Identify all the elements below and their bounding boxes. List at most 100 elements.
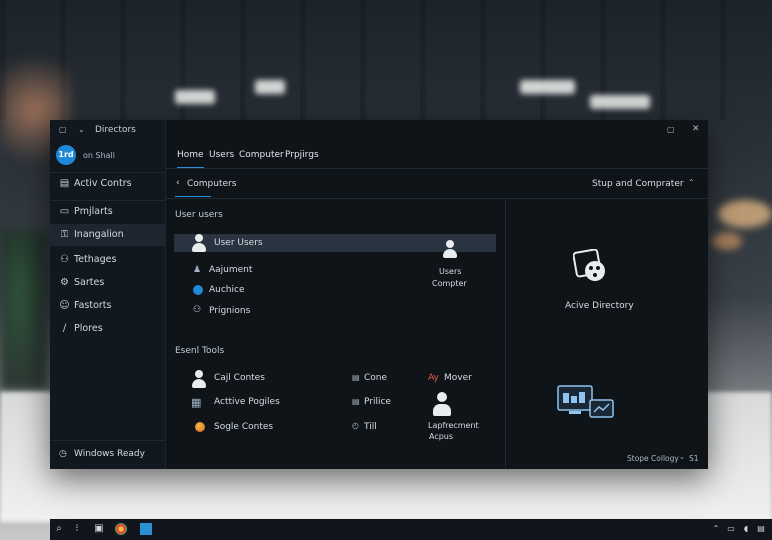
sidebar-divider (50, 440, 165, 441)
sidebar-item-plores[interactable]: ∕ Plores (50, 318, 165, 340)
sidebar: ▢ ⌄ Directors 1rd on Shall ▤ Activ Contr… (50, 120, 166, 469)
doc-icon: ▭ (59, 206, 70, 217)
notification-icon[interactable]: ▤ (755, 523, 767, 535)
maximize-icon[interactable]: ▢ (667, 125, 675, 134)
app-window: ▢ ⌄ Directors 1rd on Shall ▤ Activ Contr… (50, 120, 708, 469)
sidebar-item-label: Fastorts (74, 300, 112, 311)
list-item-auchice[interactable]: Auchice (209, 285, 245, 295)
background-plant (0, 230, 48, 390)
ceiling-light (590, 95, 650, 109)
active-directory-icon (572, 248, 607, 283)
status-text: Stope Collogy (627, 454, 679, 463)
essential-tools-heading: Esenl Tools (175, 346, 225, 356)
account-label: on Shall (83, 151, 116, 160)
sidebar-item-label: Tethages (74, 254, 117, 265)
chevron-up-icon[interactable]: ⌃ (688, 178, 695, 187)
doc-icon: ▤ (352, 397, 360, 406)
chevron-up-icon[interactable]: ⌃ (710, 523, 722, 535)
nav-divider (165, 198, 708, 199)
folder-icon[interactable] (140, 523, 152, 535)
list-item-prignions[interactable]: Prignions (209, 306, 250, 316)
background-lamp (718, 200, 772, 228)
tab-prpjirgs[interactable]: Prpjirgs (285, 150, 319, 160)
main-panel: ▢ ✕ Home Users Computer Prpjirgs ‹ Compu… (165, 120, 708, 469)
sidebar-item-fastorts[interactable]: ☺ Fastorts (50, 295, 165, 317)
tool-till[interactable]: Till (364, 422, 377, 432)
people-icon: ⚇ (60, 254, 69, 265)
sidebar-item-pmjlarts[interactable]: ▭ Pmjlarts (50, 201, 165, 223)
window-menu-icon[interactable]: ▢ (59, 125, 67, 134)
lapfrecment-label[interactable]: Lapfrecment (428, 421, 479, 430)
user-tile-icon (442, 240, 458, 258)
tool-prilice[interactable]: Prilice (364, 397, 391, 407)
list-item-aajument[interactable]: Aajument (209, 265, 252, 275)
tabs-divider (165, 168, 708, 169)
chevron-down-icon[interactable]: ⌄ (78, 125, 85, 134)
back-arrow-icon[interactable]: ‹ (176, 178, 180, 188)
ceiling-light (255, 80, 285, 94)
volume-icon[interactable]: ◖ (740, 523, 752, 535)
sidebar-item-inangalion[interactable]: ⚿ Inangalion (50, 224, 165, 246)
sidebar-item-tethages[interactable]: ⚇ Tethages (50, 249, 165, 271)
user-icon: ☺ (59, 300, 70, 311)
status-icon: ◷ (59, 449, 67, 459)
tab-users[interactable]: Users (209, 150, 234, 160)
background-lamp (712, 232, 742, 250)
breadcrumb-underline (175, 196, 211, 197)
tool-cone[interactable]: Cone (364, 373, 387, 383)
user-tile-icon (432, 392, 452, 416)
chevron-down-icon[interactable]: ⌄ (679, 453, 685, 461)
compter-tile-label[interactable]: Compter (432, 279, 467, 288)
tab-computer[interactable]: Computer (239, 150, 284, 160)
tool-sogle-contes[interactable]: Sogle Contes (214, 422, 273, 432)
window-title: Directors (95, 125, 136, 135)
close-icon[interactable]: ✕ (692, 124, 700, 134)
mover-prefix: Ay (428, 373, 439, 383)
group-icon: ⚇ (193, 305, 202, 315)
background-ceiling (0, 0, 772, 120)
tab-home[interactable]: Home (177, 150, 204, 169)
ceiling-light (175, 90, 215, 104)
sidebar-item-sartes[interactable]: ⚙ Sartes (50, 272, 165, 294)
key-icon: ⚿ (60, 229, 69, 240)
list-icon: ▤ (59, 178, 70, 189)
user-icon (191, 234, 207, 252)
sidebar-item-label: Pmjlarts (74, 206, 113, 217)
breadcrumb-computers[interactable]: Computers (187, 179, 236, 189)
setup-computer-label[interactable]: Stup and Comprater (592, 179, 684, 189)
sidebar-item-label: Inangalion (74, 229, 124, 240)
search-icon[interactable]: ⌕ (53, 523, 65, 535)
taskbar: ⌕ ⁝ ▣ ⌃ ▭ ◖ ▤ (50, 519, 772, 540)
users-tile-label[interactable]: Users (439, 267, 461, 276)
gear-icon: ⚙ (60, 277, 69, 288)
computers-icon (557, 383, 615, 419)
task-view-icon[interactable]: ⁝ (71, 523, 83, 535)
ceiling-light (520, 80, 575, 94)
doc-icon: ▤ (352, 373, 360, 382)
panel-divider (505, 199, 506, 469)
monitor-icon: ▦ (191, 396, 202, 409)
sidebar-item-activ-contrs[interactable]: ▤ Activ Contrs (50, 173, 165, 195)
windows-status-text: Windows Ready (74, 449, 145, 459)
user-users-heading: User users (175, 210, 223, 220)
sidebar-item-label: Plores (74, 323, 103, 334)
network-icon[interactable]: ▭ (725, 523, 737, 535)
clock-icon: ◴ (352, 421, 359, 430)
active-directory-label[interactable]: Acive Directory (565, 301, 634, 311)
user-icon (191, 370, 207, 388)
avatar[interactable]: 1rd (56, 145, 76, 165)
tool-mover[interactable]: Mover (444, 373, 472, 383)
tool-acttive-pogiles[interactable]: Acttive Pogiles (214, 397, 280, 407)
tool-cajl-contes[interactable]: Cajl Contes (214, 373, 265, 383)
list-item-user-users[interactable]: User Users (214, 238, 263, 248)
app-icon (195, 422, 205, 432)
status-value: S1 (689, 454, 699, 463)
globe-icon (193, 285, 203, 295)
clipboard-icon[interactable]: ▣ (93, 523, 105, 535)
browser-icon[interactable] (115, 523, 127, 535)
sidebar-item-label: Sartes (74, 277, 105, 288)
acpus-label[interactable]: Acpus (429, 432, 453, 441)
pen-icon: ∕ (62, 323, 67, 334)
person-tag-icon: ♟ (193, 265, 202, 275)
sidebar-item-label: Activ Contrs (74, 178, 132, 189)
